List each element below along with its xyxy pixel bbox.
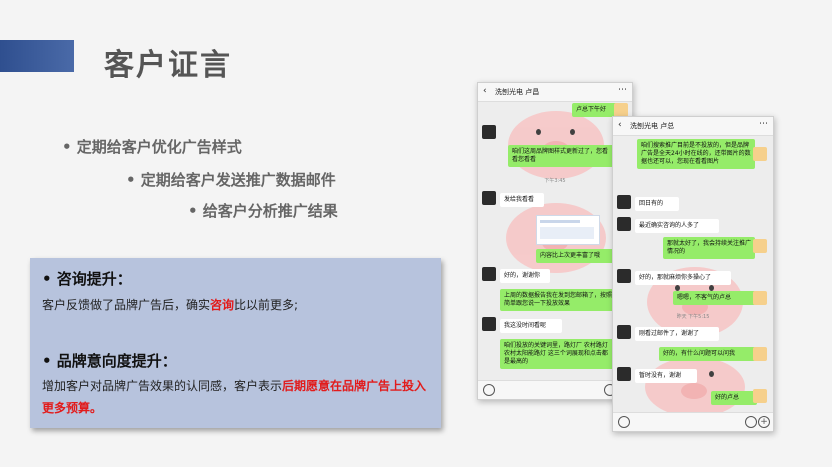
chat-input-bar: + (478, 380, 632, 399)
avatar (482, 191, 496, 205)
chat-bubble: 内容比上次更丰富了哦 (536, 249, 616, 263)
back-arrow-icon[interactable]: ‹ (618, 120, 622, 130)
bullet-send-report: • 定期给客户发送推广数据邮件 (126, 171, 336, 189)
consult-text: 客户反馈做了品牌广告后，确实咨询比以前更多; (42, 298, 299, 312)
brand-heading: • 品牌意向度提升： (42, 352, 177, 370)
chat-bubble: 上周的数据报告我在发到您邮箱了，按照简单跟您说一下投放效果 (500, 289, 616, 311)
chat-bubble: 发给我看看 (500, 193, 544, 207)
chat-bubble: 那就太好了，我会持续关注推广情况的 (663, 237, 755, 259)
voice-icon[interactable] (483, 384, 495, 396)
avatar (617, 269, 631, 283)
report-image (536, 215, 600, 245)
more-icon[interactable]: ⋯ (759, 119, 768, 129)
emoji-icon[interactable] (745, 416, 757, 428)
timestamp: 下午3:45 (544, 178, 566, 184)
avatar (614, 103, 628, 117)
chat-header: ‹ 洗刨光电 卢总 ⋯ (613, 117, 773, 136)
chat-bubble: 好的卢总 (711, 391, 757, 405)
voice-icon[interactable] (618, 416, 630, 428)
avatar (753, 347, 767, 361)
bullet-optimize-style: • 定期给客户优化广告样式 (62, 138, 242, 156)
chat-screenshot-1: ‹ 洗刨光电 卢昌 ⋯ 卢总下午好 咱们这周品牌图样式更新过了，您看看您看看 下… (477, 82, 633, 400)
more-icon[interactable]: ⋯ (618, 85, 627, 95)
chat-bubble: 回日有的 (635, 197, 679, 211)
chat-bubble: 好的，有什么问题可以问我 (659, 347, 757, 361)
brand-text: 增加客户对品牌广告效果的认同感，客户表示后期愿意在品牌广告上投入更多预算。 (42, 379, 427, 415)
chat-bubble: 嗯嗯，不客气的卢总 (673, 291, 757, 305)
avatar (482, 267, 496, 281)
chat-bubble: 最近确实咨询的人多了 (635, 219, 719, 233)
chat-bubble: 我这没时间看呢 (500, 319, 562, 333)
chat-bubble: 刚看过邮件了，谢谢了 (635, 327, 719, 341)
page-title: 客户证言 (104, 48, 232, 83)
avatar (617, 195, 631, 209)
avatar (482, 317, 496, 331)
chat-screenshot-2: ‹ 洗刨光电 卢总 ⋯ 咱们搜索推广目前是不投放的，但是品牌广告是全天24小时在… (612, 116, 774, 432)
avatar (753, 389, 767, 403)
timestamp: 昨天 下午5:15 (676, 314, 710, 320)
chat-header: ‹ 洗刨光电 卢昌 ⋯ (478, 83, 632, 102)
chat-bubble: 咱们搜索推广目前是不投放的，但是品牌广告是全天24小时在线的，还带图片的数据也还… (637, 139, 755, 169)
avatar (753, 291, 767, 305)
avatar (617, 325, 631, 339)
avatar (482, 125, 496, 139)
pig-sticker (645, 357, 745, 417)
bullet-analyze-result: • 给客户分析推广结果 (188, 202, 338, 220)
chat-input-bar: + (613, 412, 773, 431)
feedback-box: • 咨询提升： 客户反馈做了品牌广告后，确实咨询比以前更多; • 品牌意向度提升… (30, 258, 441, 428)
chat-bubble: 咱们投放的关键词里，路灯厂 农村路灯 农村太阳能路灯 这三个词展现和点击都是最高… (500, 339, 616, 369)
back-arrow-icon[interactable]: ‹ (483, 86, 487, 96)
plus-icon[interactable]: + (758, 416, 770, 428)
chat-bubble: 咱们这周品牌图样式更新过了，您看看您看看 (508, 145, 616, 167)
title-accent-bar (0, 40, 74, 72)
chat-bubble: 卢总下午好 (572, 103, 618, 117)
chat-bubble: 暂时没有，谢谢 (635, 369, 697, 383)
consult-heading: • 咨询提升： (42, 270, 132, 288)
chat-bubble: 好的，那就麻烦你多操心了 (635, 271, 731, 285)
avatar (617, 217, 631, 231)
chat-bubble: 好的，谢谢你 (500, 269, 550, 283)
avatar (617, 367, 631, 381)
avatar (753, 239, 767, 253)
avatar (753, 147, 767, 161)
